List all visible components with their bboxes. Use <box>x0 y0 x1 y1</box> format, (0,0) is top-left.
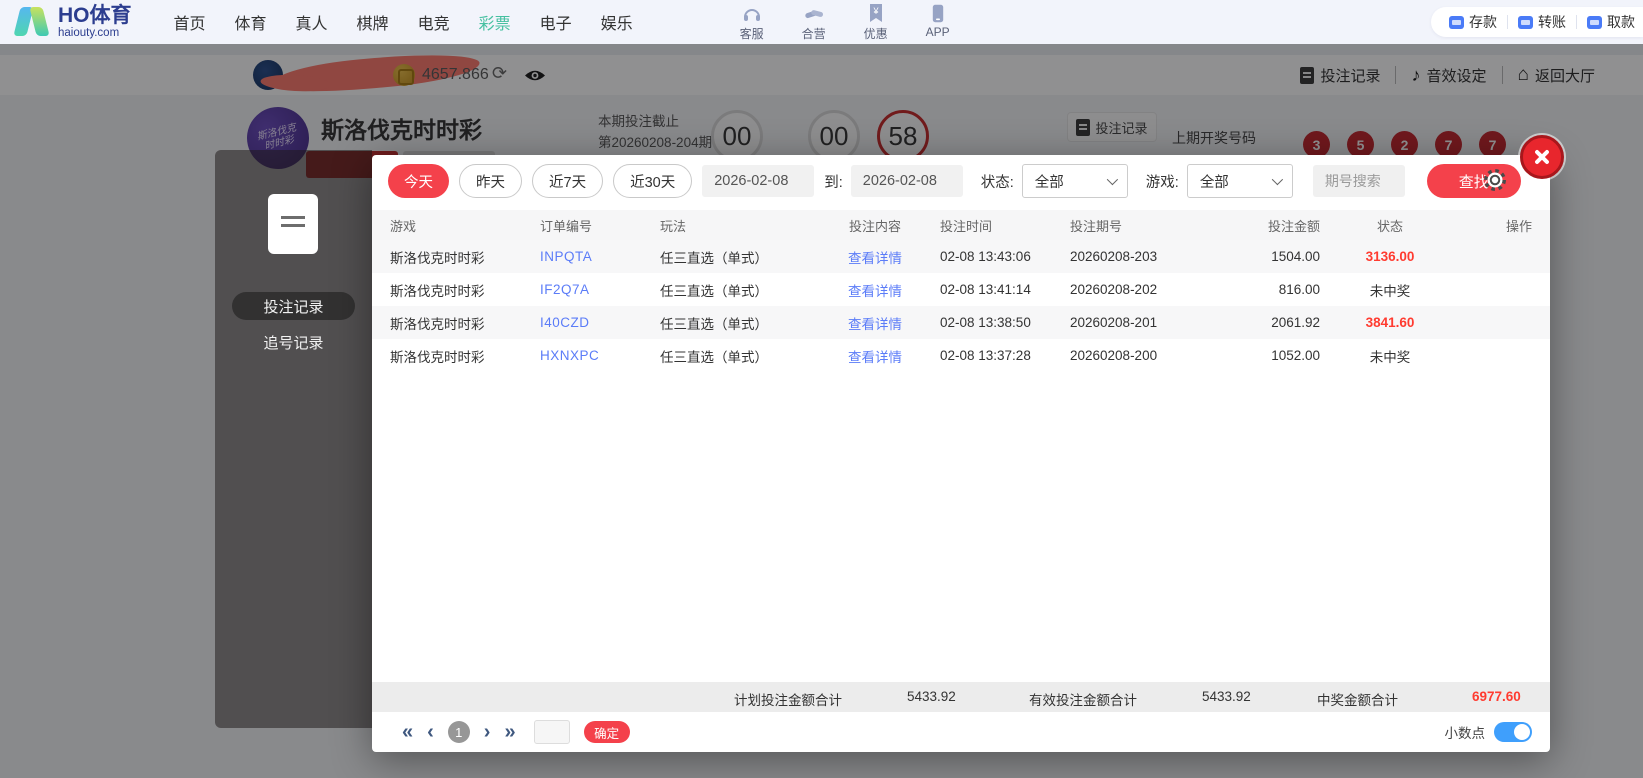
win-total-label: 中奖金额合计 <box>1317 693 1398 708</box>
withdraw-button[interactable]: 取款 <box>1587 12 1635 32</box>
win-total-value: 6977.60 <box>1472 689 1521 704</box>
modal-sidebar: 投注记录 追号记录 <box>215 150 372 728</box>
nav-item-esports[interactable]: 电竞 <box>418 10 450 34</box>
divider <box>1576 15 1577 29</box>
quick-menu: 客服 合营 ¥ 优惠 APP <box>729 3 961 42</box>
view-details-link[interactable]: 查看详情 <box>848 284 902 299</box>
game-select[interactable]: 全部 <box>1186 164 1293 198</box>
close-icon[interactable] <box>1520 135 1564 179</box>
promo-button[interactable]: ¥ 优惠 <box>853 3 899 42</box>
page-jump-input[interactable] <box>533 720 570 744</box>
first-page-icon[interactable]: « <box>402 722 413 742</box>
order-code-link[interactable]: I40CZD <box>540 315 590 330</box>
view-details-link[interactable]: 查看详情 <box>848 251 902 266</box>
nav-item-slots[interactable]: 电子 <box>540 10 572 34</box>
status-select[interactable]: 全部 <box>1021 164 1128 198</box>
service-button[interactable]: 客服 <box>729 3 775 42</box>
page: HO体育 haiouty.com 首页 体育 真人 棋牌 电竞 彩票 电子 娱乐… <box>0 0 1643 778</box>
brand-name: HO体育 <box>58 3 132 27</box>
nav-item-entertainment[interactable]: 娱乐 <box>601 10 633 34</box>
decimal-label: 小数点 <box>1444 726 1486 741</box>
nav-item-sports[interactable]: 体育 <box>235 10 267 34</box>
decimal-toggle[interactable] <box>1494 722 1532 742</box>
bet-records-modal: 今天 昨天 近7天 近30天 2026-02-08 到: 2026-02-08 … <box>372 155 1550 752</box>
sidebar-item-bet-records[interactable]: 投注记录 <box>232 292 355 320</box>
withdraw-icon <box>1587 15 1602 29</box>
document-icon <box>268 194 318 254</box>
divider <box>1507 15 1508 29</box>
filter-7days-button[interactable]: 近7天 <box>532 164 604 198</box>
nav-item-home[interactable]: 首页 <box>174 10 206 34</box>
coupon-icon: ¥ <box>853 3 899 23</box>
svg-text:¥: ¥ <box>872 6 879 16</box>
view-details-link[interactable]: 查看详情 <box>848 350 902 365</box>
next-page-icon[interactable]: › <box>484 722 491 742</box>
status-label: 状态: <box>980 174 1014 191</box>
status-value: 3136.00 <box>1365 249 1415 264</box>
nav-item-cards[interactable]: 棋牌 <box>357 10 389 34</box>
top-navbar: HO体育 haiouty.com 首页 体育 真人 棋牌 电竞 彩票 电子 娱乐… <box>0 0 1643 44</box>
period-search-input[interactable]: 期号搜索 <box>1312 165 1405 197</box>
to-label: 到: <box>824 174 843 191</box>
prev-page-icon[interactable]: ‹ <box>427 722 434 742</box>
partner-button[interactable]: 合营 <box>791 3 837 42</box>
valid-total-value: 5433.92 <box>1202 689 1251 704</box>
wallet-bar: 存款 转账 取款 <box>1431 7 1643 37</box>
date-to-input[interactable]: 2026-02-08 <box>850 165 963 197</box>
table-header: 游戏 订单编号 玩法 投注内容 投注时间 投注期号 投注金额 状态 操作 <box>372 210 1550 240</box>
confirm-button[interactable]: 确定 <box>583 721 630 743</box>
table-row: 斯洛伐克时时彩 IF2Q7A 任三直选（单式） 查看详情 02-08 13:41… <box>390 282 1411 299</box>
nav-item-live[interactable]: 真人 <box>296 10 328 34</box>
game-label: 游戏: <box>1145 174 1179 191</box>
nav-item-lottery[interactable]: 彩票 <box>479 10 511 34</box>
filter-30days-button[interactable]: 近30天 <box>613 164 693 198</box>
pagination-bar: « ‹ 1 › » 确定 小数点 <box>372 712 1550 752</box>
brand-logo[interactable]: HO体育 haiouty.com <box>13 3 132 39</box>
last-page-icon[interactable]: » <box>504 722 515 742</box>
deposit-icon <box>1449 15 1464 29</box>
filter-bar: 今天 昨天 近7天 近30天 2026-02-08 到: 2026-02-08 … <box>388 164 1521 198</box>
summary-bar: 计划投注金额合计 5433.92 有效投注金额合计 5433.92 中奖金额合计… <box>372 682 1550 712</box>
logo-icon <box>13 5 50 39</box>
transfer-icon <box>1518 15 1533 29</box>
order-code-link[interactable]: HXNXPC <box>540 348 599 363</box>
main-nav: 首页 体育 真人 棋牌 电竞 彩票 电子 娱乐 <box>174 10 633 34</box>
transfer-button[interactable]: 转账 <box>1518 12 1566 32</box>
date-from-input[interactable]: 2026-02-08 <box>702 165 815 197</box>
planned-total-value: 5433.92 <box>907 689 956 704</box>
status-value: 未中奖 <box>1369 349 1411 365</box>
chevron-down-icon <box>1271 173 1283 186</box>
order-code-link[interactable]: INPQTA <box>540 249 592 264</box>
phone-icon <box>915 3 961 23</box>
table-row: 斯洛伐克时时彩 INPQTA 任三直选（单式） 查看详情 02-08 13:43… <box>372 240 1550 273</box>
planned-total-label: 计划投注金额合计 <box>734 693 842 708</box>
current-page-badge: 1 <box>447 721 470 743</box>
handshake-icon <box>791 3 837 23</box>
app-button[interactable]: APP <box>915 3 961 42</box>
status-value: 3841.60 <box>1365 315 1415 330</box>
brand-domain: haiouty.com <box>58 26 120 39</box>
table-body: 斯洛伐克时时彩 INPQTA 任三直选（单式） 查看详情 02-08 13:43… <box>372 240 1550 372</box>
valid-total-label: 有效投注金额合计 <box>1029 693 1137 708</box>
filter-yesterday-button[interactable]: 昨天 <box>459 164 522 198</box>
view-details-link[interactable]: 查看详情 <box>848 317 902 332</box>
sidebar-item-chase-records[interactable]: 追号记录 <box>232 328 355 356</box>
deposit-button[interactable]: 存款 <box>1449 12 1497 32</box>
gear-icon[interactable] <box>1480 165 1510 195</box>
table-row: 斯洛伐克时时彩 HXNXPC 任三直选（单式） 查看详情 02-08 13:37… <box>390 348 1411 365</box>
chevron-down-icon <box>1106 173 1118 186</box>
table-row: 斯洛伐克时时彩 I40CZD 任三直选（单式） 查看详情 02-08 13:38… <box>372 306 1550 339</box>
headset-icon <box>729 3 775 23</box>
status-value: 未中奖 <box>1369 283 1411 299</box>
order-code-link[interactable]: IF2Q7A <box>540 282 590 297</box>
filter-today-button[interactable]: 今天 <box>388 164 449 198</box>
